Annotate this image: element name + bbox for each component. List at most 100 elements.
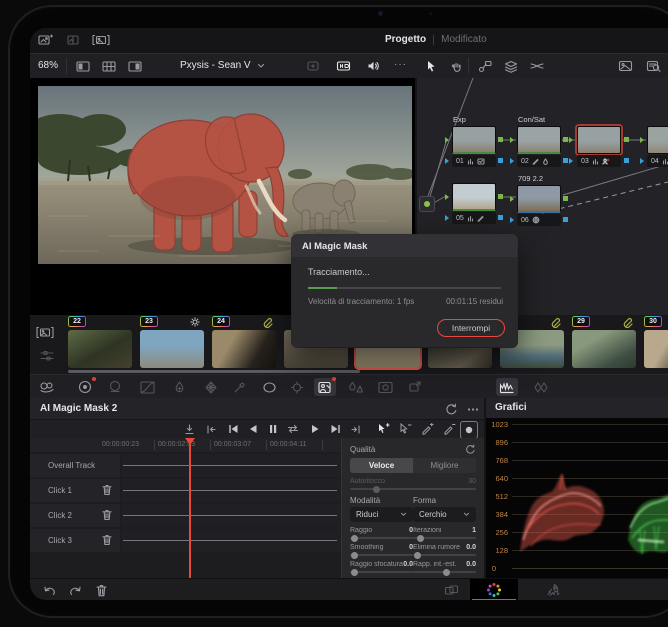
warper-icon[interactable]: [200, 378, 222, 396]
reset-icon[interactable]: [465, 444, 476, 455]
split-viewer-icon[interactable]: [124, 57, 146, 75]
quality-better-option[interactable]: Migliore: [413, 458, 476, 473]
zoom-level[interactable]: 68%: [38, 60, 58, 71]
track-overall[interactable]: Overall Track: [30, 454, 341, 478]
grid-viewer-icon[interactable]: [98, 57, 120, 75]
node-03-selected[interactable]: 03: [569, 126, 629, 167]
levels-icon: [592, 158, 598, 165]
track-click-3[interactable]: Click 3: [30, 529, 341, 553]
param-slider[interactable]: [350, 534, 413, 542]
viewer-toolbar: 68% Pxysis - Sean V ···: [30, 53, 668, 78]
scopes-icon[interactable]: [496, 378, 518, 396]
reset-icon[interactable]: [440, 400, 462, 418]
trash-icon[interactable]: [90, 581, 112, 599]
keyframes-icon[interactable]: [530, 378, 552, 396]
clip-strip-scrollbar[interactable]: [68, 370, 360, 373]
mask-transport: [30, 420, 484, 439]
source-node[interactable]: [419, 196, 435, 212]
hand-tool-icon[interactable]: [446, 57, 468, 75]
timeline-align-icon[interactable]: [36, 347, 58, 365]
in-point-icon[interactable]: [202, 420, 220, 438]
play-icon[interactable]: [306, 420, 324, 438]
mode-dropdown[interactable]: Riduci: [350, 507, 413, 522]
pause-icon[interactable]: [264, 420, 282, 438]
panel-menu-icon[interactable]: [462, 400, 484, 418]
lut-browser-icon[interactable]: [642, 57, 664, 75]
scope-tick: 640: [495, 474, 508, 483]
quality-fast-option[interactable]: Veloce: [350, 458, 413, 473]
playhead-marker[interactable]: [185, 438, 195, 445]
layers-panel-icon[interactable]: [500, 57, 522, 75]
param-slider[interactable]: [413, 568, 476, 576]
magic-mask-tool-icon[interactable]: [314, 377, 336, 396]
sizing-icon[interactable]: [404, 378, 426, 396]
add-stroke-tool[interactable]: [374, 420, 392, 438]
gallery-view-icon[interactable]: [90, 31, 112, 49]
clip-thumbnail[interactable]: [572, 330, 636, 368]
page: Progetto Modificato 68% Pxysis - Sean V: [0, 0, 668, 627]
node-04[interactable]: 04: [640, 126, 668, 167]
subtract-paint-tool[interactable]: [440, 420, 458, 438]
shape-dropdown[interactable]: Cerchio: [413, 507, 476, 522]
trash-icon[interactable]: [102, 534, 112, 546]
pointer-tool-icon[interactable]: [420, 57, 442, 75]
interrompi-button[interactable]: Interrompi: [437, 319, 505, 337]
track-click-2[interactable]: Click 2: [30, 504, 341, 528]
waveform-scope[interactable]: 1023 896 768 640 512 384 256 128 0: [486, 418, 668, 578]
edit-page-icon[interactable]: [440, 581, 462, 599]
node-02[interactable]: Con/Sat 02: [510, 115, 568, 167]
color-wheels-icon[interactable]: [74, 377, 96, 396]
clip-thumbnail[interactable]: [140, 330, 204, 368]
clip-name-menu[interactable]: Pxysis - Sean V: [180, 60, 265, 71]
timeline-playhead[interactable]: [189, 438, 191, 578]
proxy-quality-icon[interactable]: [332, 57, 354, 75]
skip-start-icon[interactable]: [224, 420, 242, 438]
tracking-speed: Velocità di tracciamento: 1 fps: [308, 297, 415, 306]
skip-end-icon[interactable]: [326, 420, 344, 438]
param-slider[interactable]: [350, 568, 413, 576]
param-slider[interactable]: [350, 551, 413, 559]
mixer-icon[interactable]: [526, 57, 548, 75]
overflow-menu[interactable]: ···: [394, 59, 407, 70]
autotouch-slider[interactable]: [350, 485, 476, 493]
param-slider[interactable]: [413, 551, 476, 559]
single-viewer-icon[interactable]: [72, 57, 94, 75]
clip-thumbnail[interactable]: [212, 330, 276, 368]
track-data-icon[interactable]: [180, 420, 198, 438]
node-05[interactable]: 05: [445, 183, 503, 224]
cc-image-icon[interactable]: [374, 378, 396, 396]
subtract-stroke-tool[interactable]: [396, 420, 414, 438]
hdr-wheels-icon[interactable]: [104, 378, 126, 396]
clip-thumbnail[interactable]: [644, 330, 668, 368]
tracker-icon[interactable]: [286, 378, 308, 396]
qualifier-icon[interactable]: [168, 378, 190, 396]
node-01[interactable]: Exp 01: [445, 115, 503, 167]
gallery-add-icon[interactable]: [34, 31, 56, 49]
camera-raw-icon[interactable]: [36, 378, 58, 396]
node-editor-icon[interactable]: [474, 57, 496, 75]
undo-icon[interactable]: [38, 581, 60, 599]
power-window-icon[interactable]: [258, 378, 280, 396]
bypass-grades-icon[interactable]: [302, 57, 324, 75]
param-slider[interactable]: [413, 534, 476, 542]
curves-icon[interactable]: [136, 378, 158, 396]
stills-compare-icon[interactable]: [62, 31, 84, 49]
out-point-icon[interactable]: [346, 420, 364, 438]
add-paint-tool[interactable]: [418, 420, 436, 438]
blur-icon[interactable]: [344, 378, 366, 396]
audio-icon[interactable]: [362, 57, 384, 75]
clip-thumbnail[interactable]: [68, 330, 132, 368]
deliver-page-icon[interactable]: [542, 581, 564, 599]
trash-icon[interactable]: [102, 509, 112, 521]
picker-icon[interactable]: [228, 378, 250, 396]
stills-panel-icon[interactable]: [614, 57, 636, 75]
node-06[interactable]: 709 2.2 06: [510, 174, 568, 226]
redo-icon[interactable]: [64, 581, 86, 599]
loop-range-icon[interactable]: [284, 420, 302, 438]
track-click-1[interactable]: Click 1: [30, 479, 341, 503]
clips-view-icon[interactable]: [34, 323, 56, 341]
color-page-button[interactable]: [470, 579, 518, 600]
overlay-toggle[interactable]: [460, 421, 478, 439]
play-reverse-icon[interactable]: [244, 420, 262, 438]
trash-icon[interactable]: [102, 484, 112, 496]
